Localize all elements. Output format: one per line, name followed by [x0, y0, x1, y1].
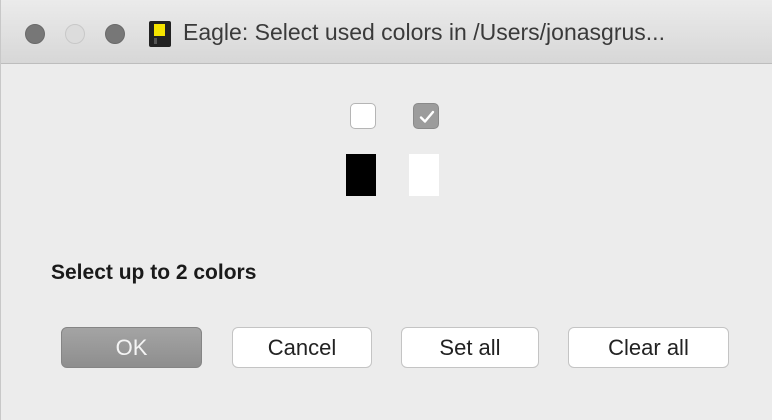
color-swatch-black [346, 154, 376, 196]
color-checkbox-black[interactable] [350, 103, 376, 129]
set-all-button[interactable]: Set all [401, 327, 539, 368]
color-swatch-white [409, 154, 439, 196]
color-checkbox-white[interactable] [413, 103, 439, 129]
window-title: Eagle: Select used colors in /Users/jona… [183, 19, 665, 45]
clear-all-button[interactable]: Clear all [568, 327, 729, 368]
cancel-button[interactable]: Cancel [232, 327, 372, 368]
close-window-button[interactable] [25, 24, 45, 44]
zoom-window-button[interactable] [105, 24, 125, 44]
dialog-window: Eagle: Select used colors in /Users/jona… [0, 0, 772, 420]
title-bar[interactable]: Eagle: Select used colors in /Users/jona… [1, 0, 772, 64]
minimize-window-button[interactable] [65, 24, 85, 44]
eagle-app-icon [149, 21, 171, 47]
checkmark-icon [419, 110, 435, 123]
ok-button[interactable]: OK [61, 327, 202, 368]
instruction-label: Select up to 2 colors [51, 261, 257, 284]
